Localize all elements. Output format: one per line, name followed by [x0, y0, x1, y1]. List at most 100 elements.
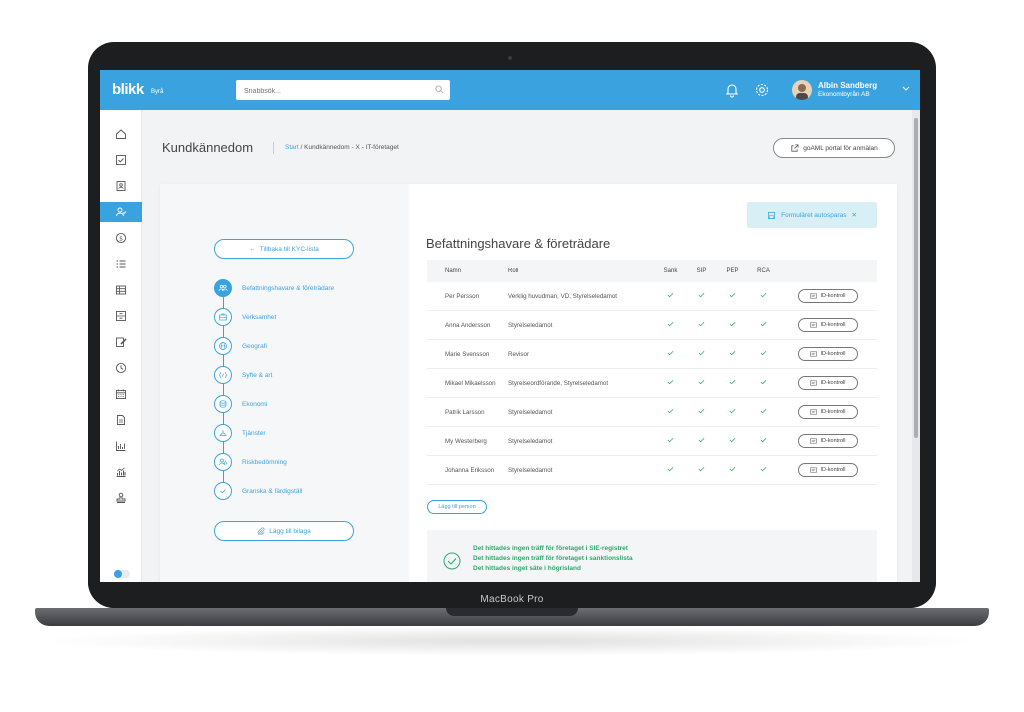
- table-row: Anna Andersson Styrelseledamot ID-kontroll: [427, 311, 877, 340]
- step-tjanster[interactable]: Tjänster: [214, 423, 265, 443]
- people-icon: [214, 279, 232, 297]
- chevron-down-icon[interactable]: [902, 86, 910, 92]
- pep-check-icon: [717, 350, 748, 358]
- external-link-icon: [791, 143, 799, 152]
- rca-check-icon: [748, 379, 779, 387]
- person-name: Anna Andersson: [445, 321, 491, 329]
- list-icon[interactable]: [100, 254, 142, 274]
- person-role: Revisor: [508, 350, 529, 358]
- user-name[interactable]: Albin Sandberg: [818, 81, 877, 90]
- edit-icon[interactable]: [100, 332, 142, 352]
- document-icon[interactable]: [100, 410, 142, 430]
- analytics-icon[interactable]: [100, 462, 142, 482]
- column-header-pep[interactable]: PEP: [717, 268, 748, 274]
- autosave-label: Formuläret autosparas: [781, 211, 847, 219]
- user-check-icon[interactable]: [100, 202, 142, 222]
- add-attachment-button[interactable]: Lägg till bilaga: [214, 521, 354, 541]
- sidebar-toggle[interactable]: [114, 570, 130, 578]
- step-syfte-art[interactable]: Syfte & art: [214, 365, 272, 385]
- bar-chart-icon[interactable]: [100, 436, 142, 456]
- step-label: Verksamhet: [242, 313, 277, 321]
- autosave-notice: Formuläret autosparas ✕: [747, 202, 877, 228]
- avatar[interactable]: [792, 80, 812, 100]
- persons-table: Namn Roll Sank SIP PEP RCA Per Persson Ve…: [427, 260, 877, 485]
- id-check-button[interactable]: ID-kontroll: [798, 289, 858, 303]
- table-row: Per Persson Verklig huvudman, VD, Styrels…: [427, 282, 877, 311]
- back-to-kyc-list-button[interactable]: ← Tillbaka till KYC-lista: [214, 239, 354, 259]
- save-icon: [768, 211, 776, 219]
- id-card-icon: [810, 322, 818, 328]
- breadcrumb: Start / Kundkännedom - X - IT-företaget: [285, 144, 399, 151]
- id-cell: ID-kontroll: [779, 434, 877, 448]
- dollar-icon[interactable]: $: [100, 228, 142, 248]
- step-befattningshavare[interactable]: Befattningshavare & företrädare: [214, 278, 334, 298]
- column-header-sank[interactable]: Sank: [655, 268, 686, 274]
- gear-icon[interactable]: [754, 82, 770, 98]
- step-ekonomi[interactable]: Ekonomi: [214, 394, 267, 414]
- step-geografi[interactable]: Geografi: [214, 336, 267, 356]
- sank-check-icon: [655, 379, 686, 387]
- column-header-role[interactable]: Roll: [506, 268, 655, 274]
- person-role: Styrelseledamot: [508, 437, 553, 445]
- add-person-button[interactable]: Lägg till person: [427, 500, 487, 514]
- column-header-rca[interactable]: RCA: [748, 268, 779, 274]
- archive-icon[interactable]: [100, 306, 142, 326]
- rca-check-icon: [748, 466, 779, 474]
- sip-check-icon: [686, 321, 717, 329]
- person-role: Styrelseledamot: [508, 408, 553, 416]
- sip-check-icon: [686, 292, 717, 300]
- id-check-button[interactable]: ID-kontroll: [798, 463, 858, 477]
- globe-icon: [214, 337, 232, 355]
- person-name: Per Persson: [445, 292, 480, 300]
- goaml-portal-button[interactable]: goAML portal för anmälan: [773, 138, 895, 158]
- close-icon[interactable]: ✕: [851, 211, 856, 219]
- id-card-icon: [810, 438, 818, 444]
- checkbox-icon[interactable]: [100, 150, 142, 170]
- sip-check-icon: [686, 379, 717, 387]
- home-icon[interactable]: [100, 124, 142, 144]
- clock-icon[interactable]: [100, 358, 142, 378]
- id-cell: ID-kontroll: [779, 463, 877, 477]
- id-check-button[interactable]: ID-kontroll: [798, 405, 858, 419]
- pep-check-icon: [717, 292, 748, 300]
- pep-check-icon: [717, 379, 748, 387]
- person-name: Johanna Eriksson: [445, 466, 495, 474]
- id-check-button[interactable]: ID-kontroll: [798, 318, 858, 332]
- pep-check-icon: [717, 408, 748, 416]
- sank-check-icon: [655, 466, 686, 474]
- rca-check-icon: [748, 437, 779, 445]
- column-header-name[interactable]: Namn: [427, 268, 506, 274]
- id-check-button[interactable]: ID-kontroll: [798, 434, 858, 448]
- sip-check-icon: [686, 350, 717, 358]
- bell-icon[interactable]: [724, 82, 740, 98]
- check-icon: [214, 482, 232, 500]
- logo[interactable]: blikk: [112, 81, 144, 98]
- search-input[interactable]: [236, 81, 416, 102]
- check-circle-icon: [443, 552, 461, 570]
- person-name: Patrik Larsson: [445, 408, 485, 416]
- search-icon[interactable]: [435, 85, 444, 94]
- table-row: Mikael Mikaelsson Styrelseordförande, Sty…: [427, 369, 877, 398]
- step-label: Ekonomi: [242, 400, 268, 408]
- calendar-icon[interactable]: [100, 384, 142, 404]
- step-label: Granska & färdigställ: [242, 487, 303, 495]
- stamp-icon[interactable]: [100, 488, 142, 508]
- result-lines: Det hittades ingen träff för företaget i…: [473, 544, 633, 574]
- id-check-button[interactable]: ID-kontroll: [798, 347, 858, 361]
- breadcrumb-start-link[interactable]: Start: [285, 144, 299, 151]
- id-check-label: ID-kontroll: [820, 380, 846, 386]
- step-riskbedomning[interactable]: Riskbedömning: [214, 452, 287, 472]
- rca-check-icon: [748, 321, 779, 329]
- screen: blikk Byrå Albin Sandberg Ekonomibyrån A…: [100, 70, 920, 582]
- step-verksamhet[interactable]: Verksamhet: [214, 307, 276, 327]
- id-check-label: ID-kontroll: [820, 351, 846, 357]
- column-header-sip[interactable]: SIP: [686, 268, 717, 274]
- person-role: Verklig huvudman, VD, Styrelseledamot: [508, 292, 618, 300]
- search-box[interactable]: [236, 80, 450, 102]
- result-line-sie: Det hittades ingen träff för företaget i…: [473, 545, 628, 552]
- step-granska[interactable]: Granska & färdigställ: [214, 481, 302, 501]
- table-icon[interactable]: [100, 280, 142, 300]
- id-check-button[interactable]: ID-kontroll: [798, 376, 858, 390]
- scrollbar-thumb[interactable]: [914, 118, 918, 438]
- contact-card-icon[interactable]: [100, 176, 142, 196]
